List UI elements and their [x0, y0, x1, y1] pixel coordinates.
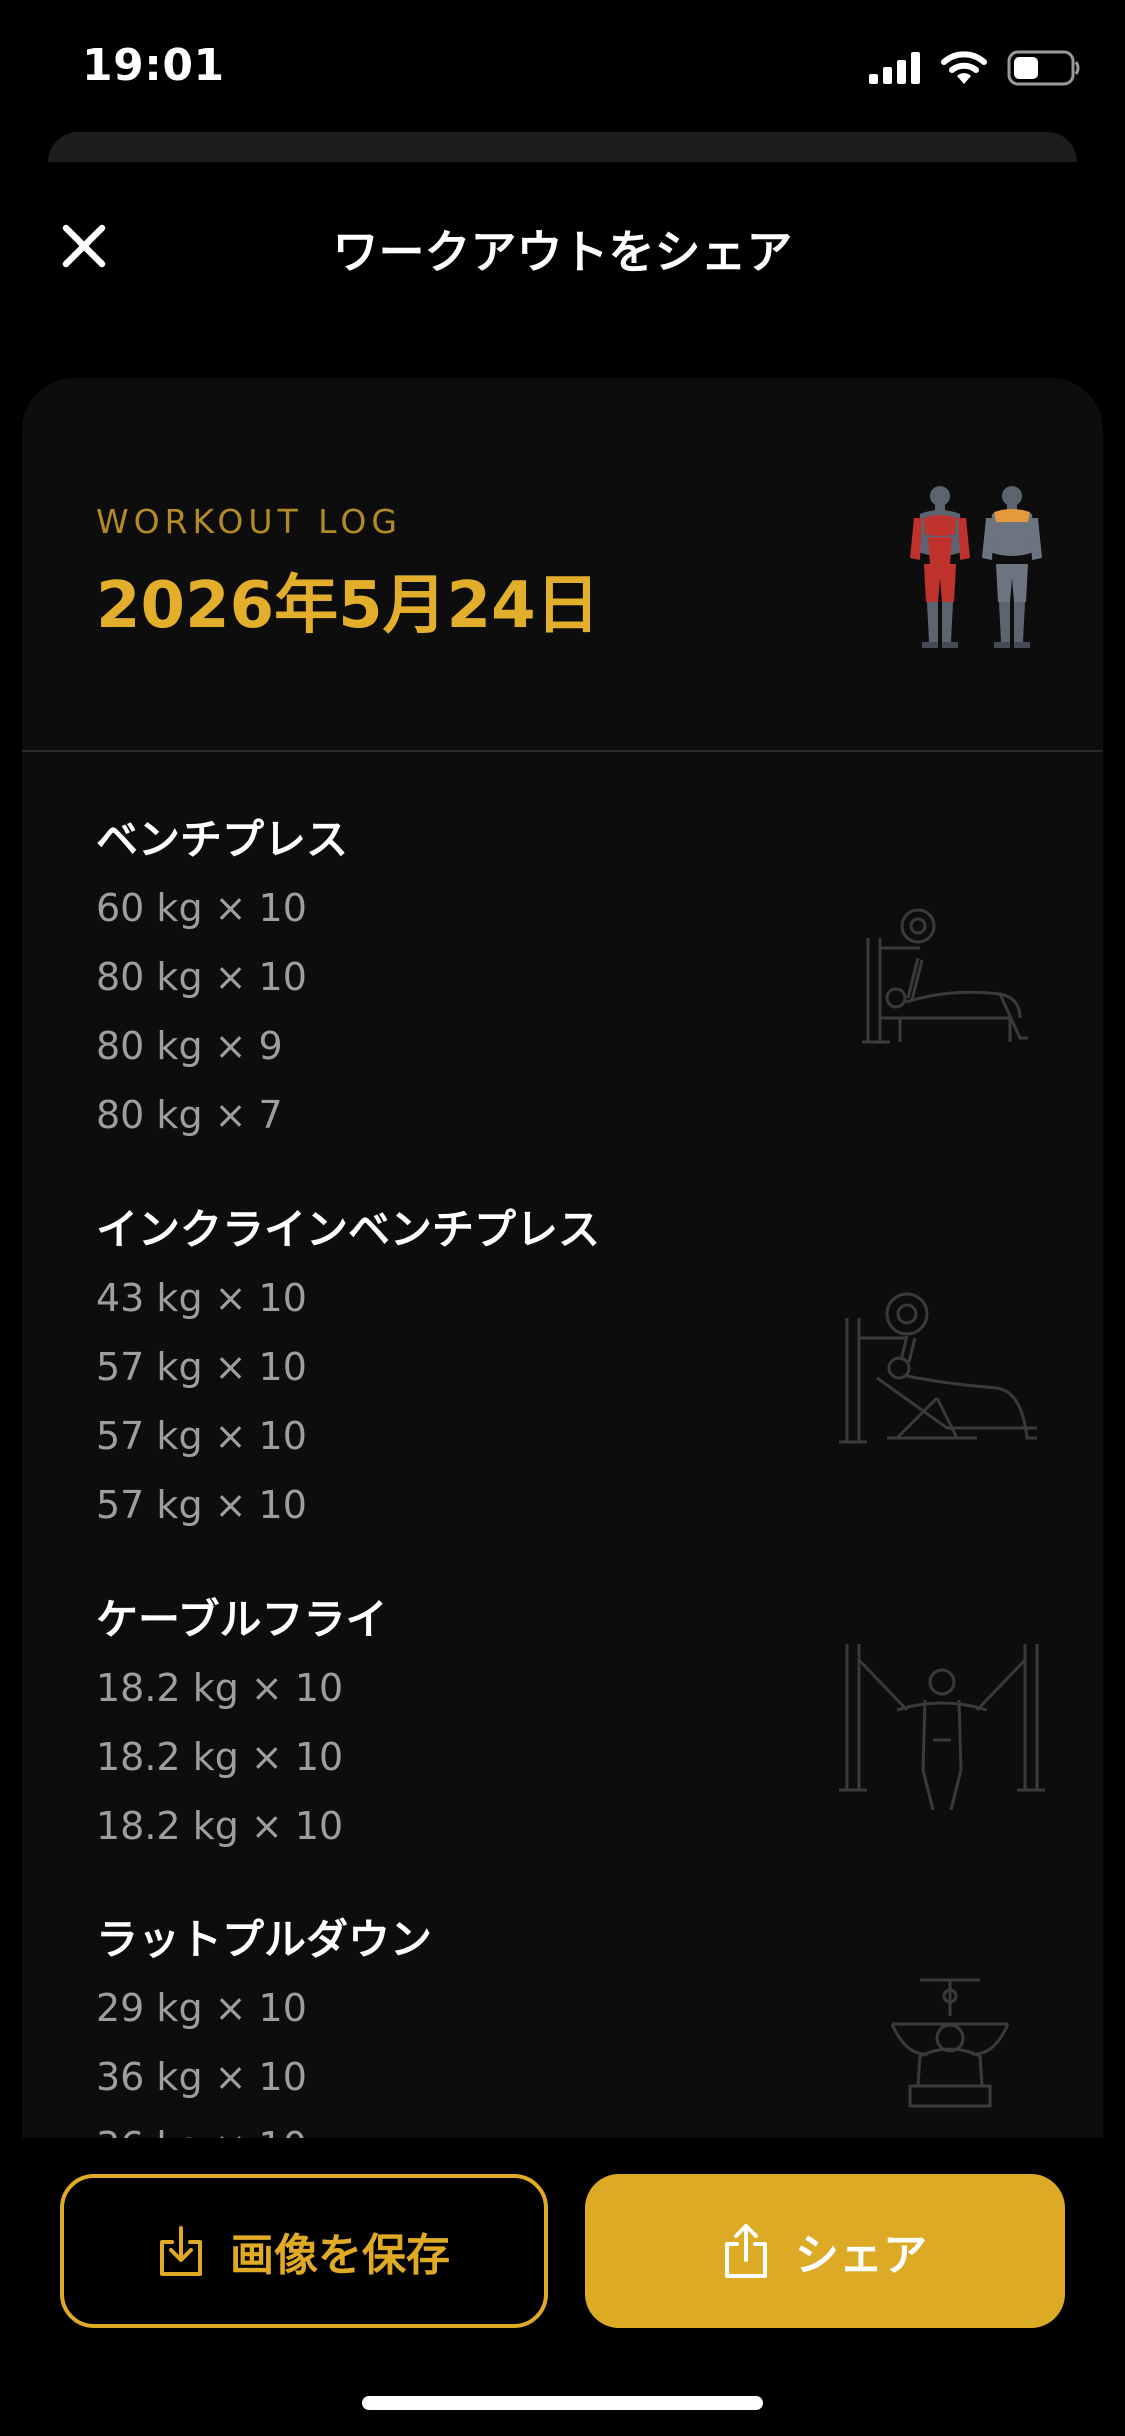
- status-icons: [869, 50, 1081, 86]
- wifi-icon: [941, 51, 987, 84]
- sheet-background-peek: [48, 132, 1077, 162]
- status-bar: 19:01: [0, 0, 1125, 140]
- battery-icon: [1007, 50, 1080, 86]
- exercise-set: 80 kg × 7: [96, 1093, 283, 1137]
- card-header: WORKOUT LOG 2026年5月24日: [22, 378, 1103, 752]
- bottom-action-bar: 画像を保存 シェア: [0, 2138, 1125, 2436]
- workout-log-label: WORKOUT LOG: [96, 502, 402, 541]
- share-header: ワークアウトをシェア: [0, 200, 1125, 290]
- save-image-button[interactable]: 画像を保存: [60, 2174, 548, 2328]
- share-label: シェア: [795, 2230, 927, 2281]
- page-title: ワークアウトをシェア: [332, 225, 793, 279]
- exercise-name: インクラインベンチプレス: [96, 1205, 601, 1254]
- save-image-label: 画像を保存: [230, 2230, 450, 2281]
- bench-press-icon: [862, 908, 1028, 1044]
- exercise-name: ベンチプレス: [96, 815, 349, 864]
- home-indicator[interactable]: [362, 2396, 763, 2410]
- cellular-signal-icon: [869, 52, 920, 84]
- lat-pulldown-icon: [890, 1978, 1010, 2108]
- status-time: 19:01: [82, 40, 225, 91]
- share-button[interactable]: シェア: [585, 2174, 1065, 2328]
- workout-date: 2026年5月24日: [96, 569, 600, 643]
- share-icon: [725, 2224, 767, 2278]
- download-icon: [160, 2226, 202, 2276]
- cable-fly-icon: [839, 1644, 1045, 1810]
- exercise-name: ラットプルダウン: [96, 1915, 433, 1964]
- incline-bench-press-icon: [839, 1292, 1037, 1444]
- exercise-set: 57 kg × 10: [96, 1483, 307, 1527]
- workout-share-card: WORKOUT LOG 2026年5月24日 ベンチプレス 60 kg × 10…: [22, 378, 1103, 2138]
- muscle-map-icon: [910, 486, 1042, 648]
